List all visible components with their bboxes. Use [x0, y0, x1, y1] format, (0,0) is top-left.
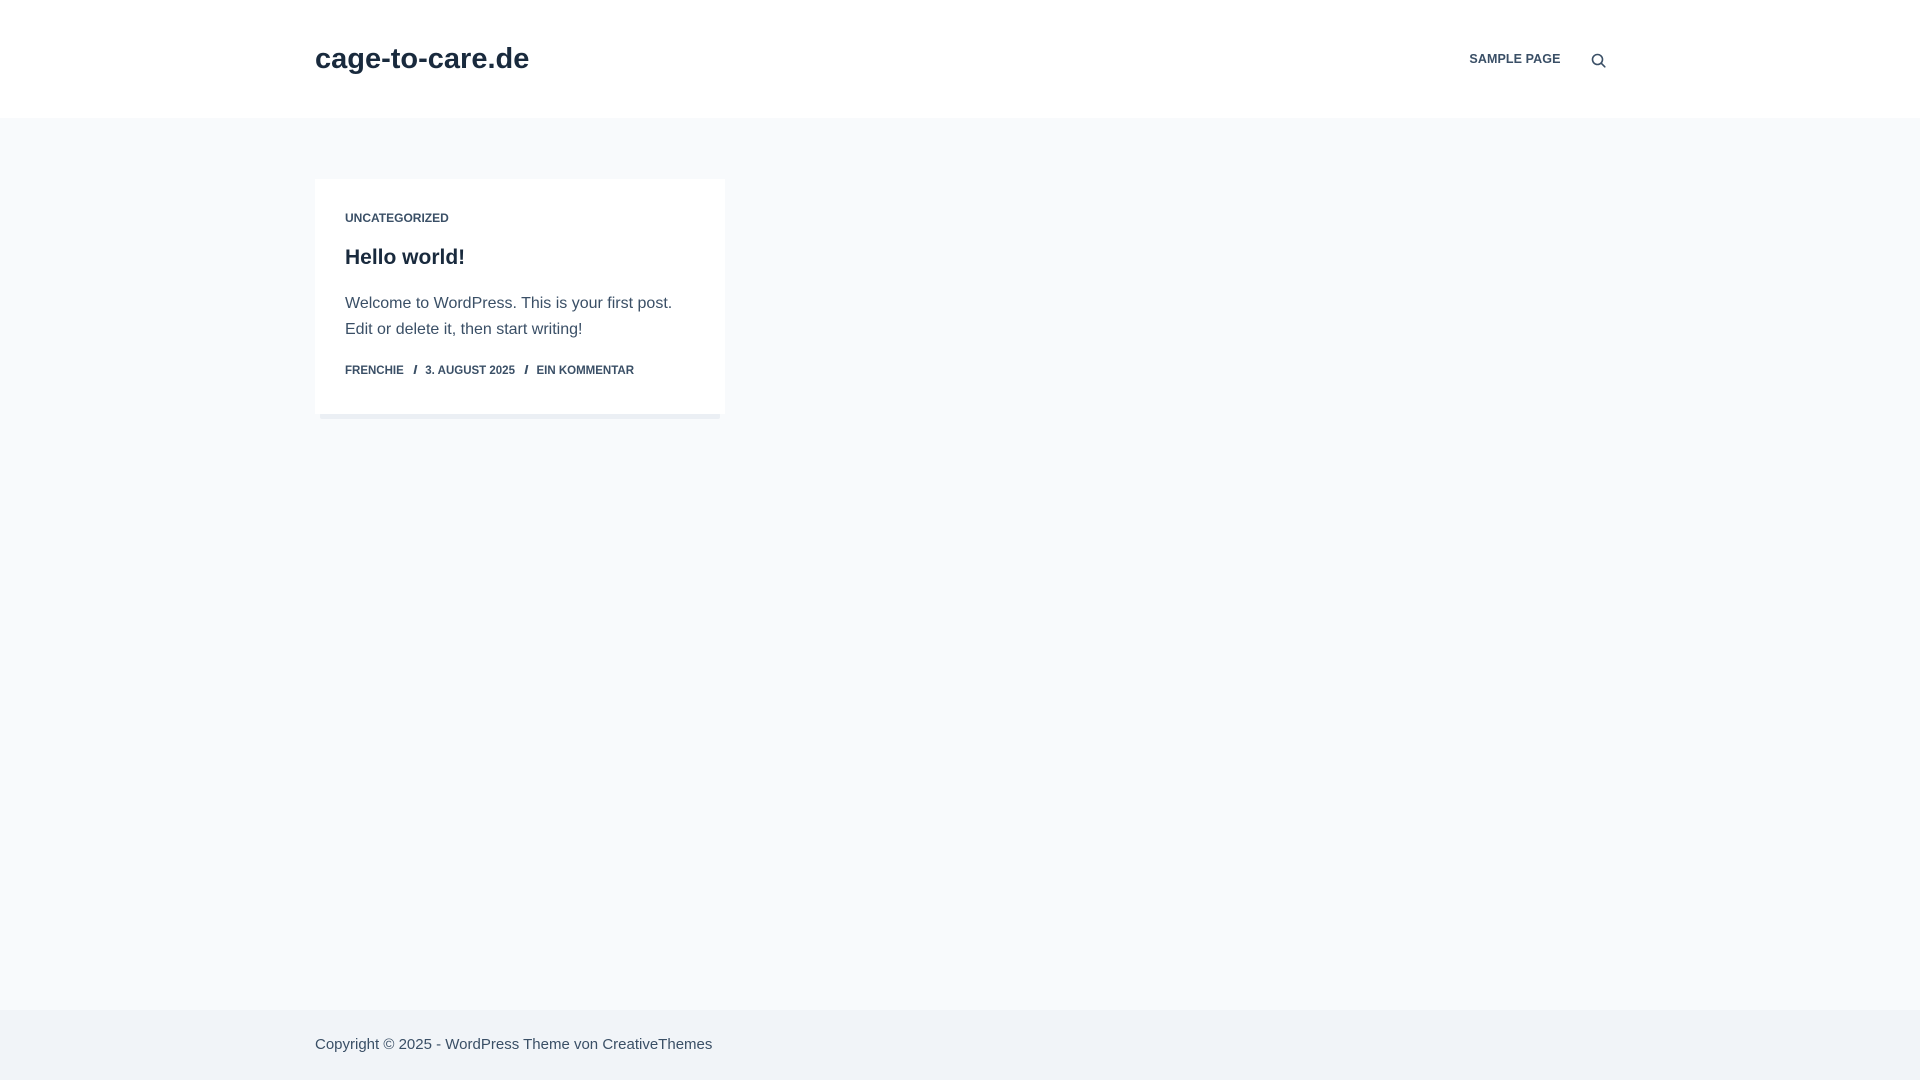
- post-category[interactable]: UNCATEGORIZED: [345, 211, 449, 225]
- search-button[interactable]: [1585, 49, 1611, 71]
- post-date: 3. AUGUST 2025: [425, 365, 515, 377]
- post-comments-link[interactable]: EIN KOMMENTAR: [536, 364, 634, 378]
- post-excerpt: Welcome to WordPress. This is your first…: [345, 295, 673, 338]
- copyright-prefix: Copyright © 2025 -: [315, 1036, 446, 1053]
- site-title[interactable]: cage-to-care.de: [315, 42, 529, 76]
- meta-separator: [413, 364, 417, 374]
- post-author[interactable]: FRENCHIE: [345, 364, 404, 378]
- creativethemes-link[interactable]: CreativeThemes: [602, 1036, 712, 1053]
- post-card: UNCATEGORIZED Hello world! Welcome to Wo…: [315, 179, 725, 414]
- site-header: cage-to-care.de SAMPLE PAGE: [0, 0, 1920, 118]
- site-footer: Copyright © 2025 - WordPress Theme von C…: [0, 1010, 1920, 1080]
- footer-copyright: Copyright © 2025 - WordPress Theme von C…: [315, 1036, 712, 1054]
- post-title[interactable]: Hello world!: [345, 245, 465, 271]
- nav-item-sample-page[interactable]: SAMPLE PAGE: [1460, 50, 1570, 68]
- meta-separator: [524, 364, 528, 374]
- wordpress-theme-link[interactable]: WordPress Theme: [445, 1036, 570, 1053]
- main-content: [0, 118, 1920, 1010]
- post-meta: FRENCHIE 3. AUGUST 2025 EIN KOMMENTAR: [345, 364, 634, 378]
- search-icon: [1591, 53, 1606, 68]
- footer-von: von: [569, 1036, 603, 1053]
